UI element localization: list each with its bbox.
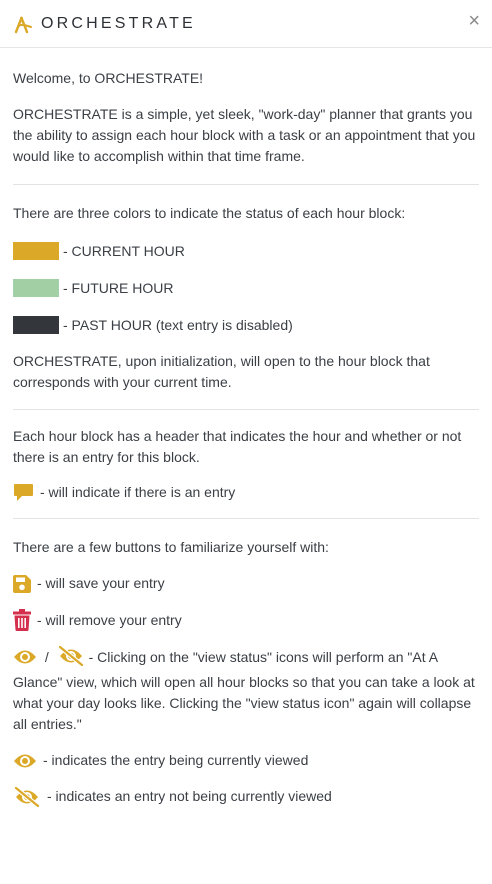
modal-body: Welcome, to ORCHESTRATE! ORCHESTRATE is … (0, 48, 492, 823)
buttons-section: There are a few buttons to familiarize y… (13, 519, 479, 823)
hour-header-intro-text: Each hour block has a header that indica… (13, 428, 462, 465)
not-viewed-text: - indicates an entry not being currently… (47, 788, 332, 804)
viewed-row: - indicates the entry being currently vi… (13, 750, 479, 771)
remove-row: - will remove your entry (13, 609, 479, 631)
past-hour-label: - PAST HOUR (text entry is disabled) (63, 316, 293, 333)
welcome-text: Welcome, to ORCHESTRATE! (13, 70, 204, 86)
colors-outro-text: ORCHESTRATE, upon initialization, will o… (13, 353, 430, 390)
remove-text: - will remove your entry (37, 611, 182, 628)
eye-slash-icon (13, 786, 41, 807)
view-status-separator: / (44, 649, 49, 665)
comment-icon (13, 483, 34, 503)
legend-future-hour: - FUTURE HOUR (13, 277, 479, 298)
legend-current-hour: - CURRENT HOUR (13, 240, 479, 261)
save-text: - will save your entry (37, 575, 165, 591)
modal-title: ORCHESTRATE (41, 14, 196, 32)
hour-header-section: Each hour block has a header that indica… (13, 410, 479, 519)
colors-section: There are three colors to indicate the s… (13, 185, 479, 410)
trash-icon (13, 609, 31, 631)
eye-icon (13, 648, 37, 672)
eye-icon (13, 752, 37, 770)
current-hour-label: - CURRENT HOUR (63, 242, 185, 259)
future-hour-label: - FUTURE HOUR (63, 279, 174, 296)
entry-indicator-row: - will indicate if there is an entry (13, 482, 479, 503)
conductor-baton-icon (13, 14, 33, 34)
entry-indicator-text: - will indicate if there is an entry (40, 484, 236, 500)
not-viewed-row: - indicates an entry not being currently… (13, 786, 479, 807)
close-button[interactable]: × (468, 11, 480, 31)
future-hour-swatch (13, 278, 59, 297)
view-status-row: / - Clicking on the "view status" icons … (13, 644, 479, 735)
modal-header: ORCHESTRATE × (0, 0, 492, 48)
instructions-modal: ORCHESTRATE × Welcome, to ORCHESTRATE! O… (0, 0, 492, 884)
colors-intro-text: There are three colors to indicate the s… (13, 205, 406, 221)
buttons-intro-text: There are a few buttons to familiarize y… (13, 539, 329, 555)
current-hour-swatch (13, 241, 59, 260)
legend-past-hour: - PAST HOUR (text entry is disabled) (13, 314, 479, 335)
intro-section: Welcome, to ORCHESTRATE! ORCHESTRATE is … (13, 48, 479, 185)
eye-slash-icon (57, 644, 85, 672)
past-hour-swatch (13, 315, 59, 334)
description-text: ORCHESTRATE is a simple, yet sleek, "wor… (13, 106, 476, 164)
viewed-text: - indicates the entry being currently vi… (43, 752, 309, 768)
save-row: - will save your entry (13, 573, 479, 594)
save-icon (13, 574, 31, 593)
